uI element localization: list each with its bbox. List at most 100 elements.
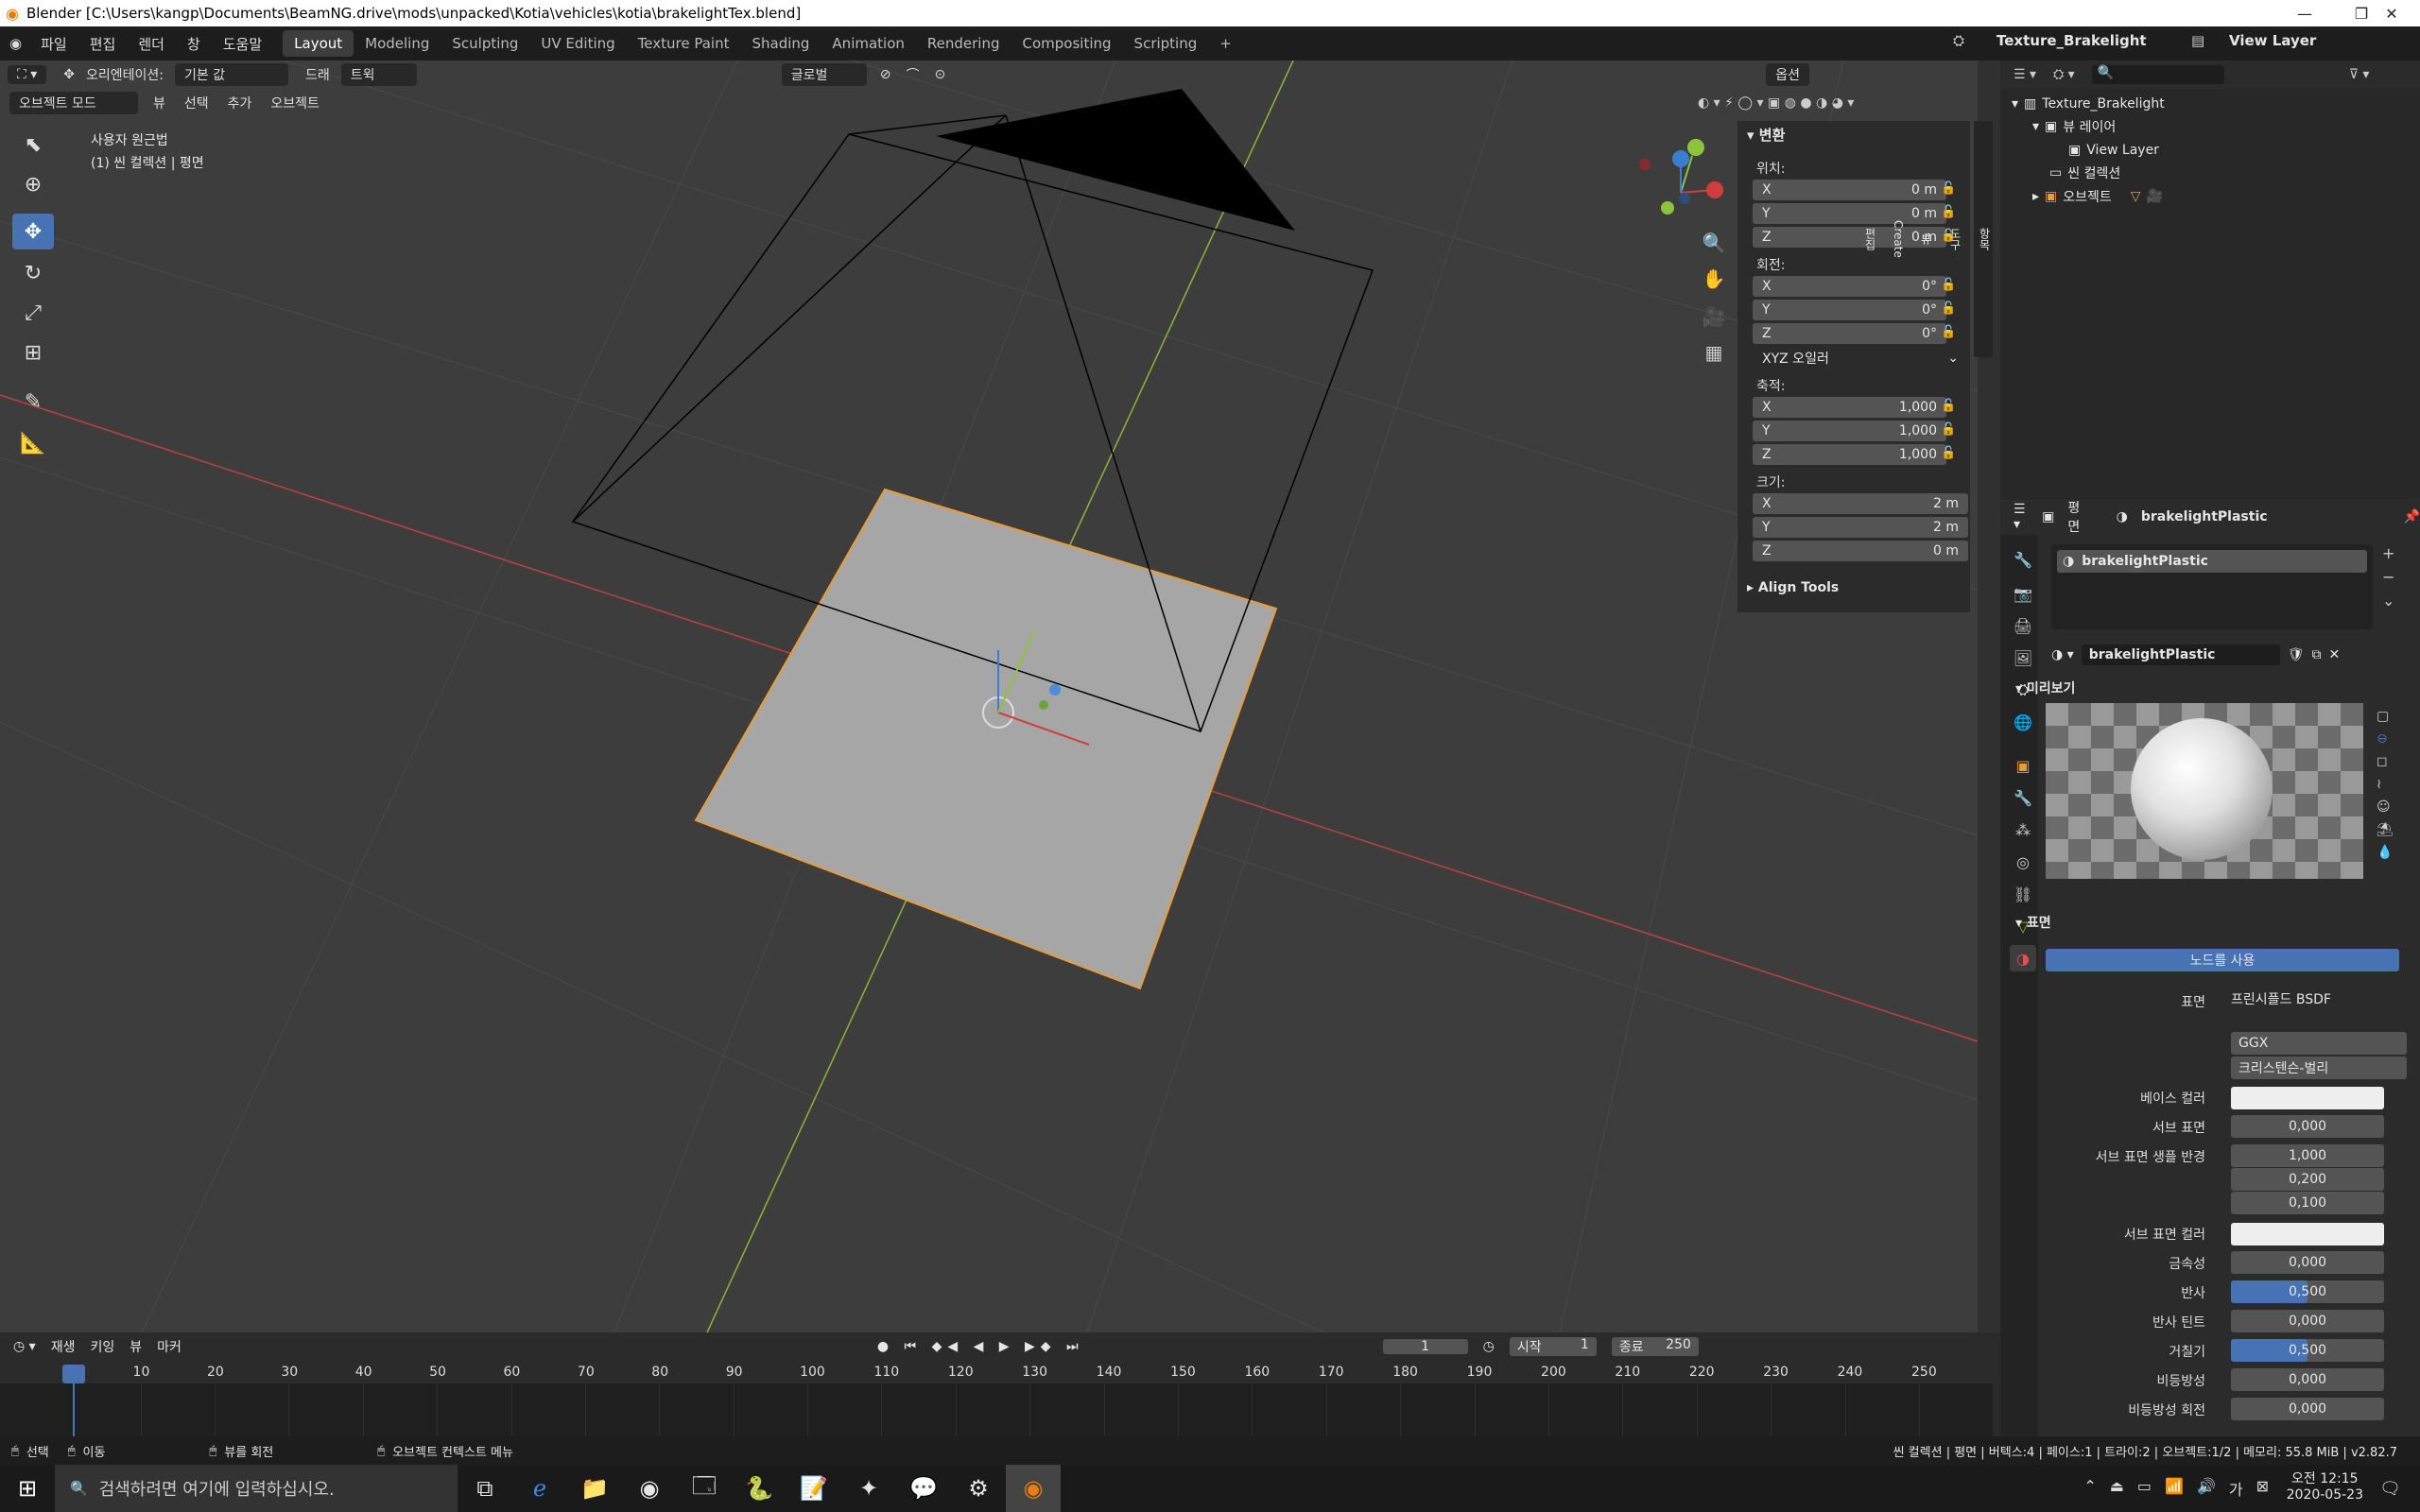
start-frame-field[interactable]: 시작 1	[1509, 1337, 1597, 1356]
subsurface-method-dropdown[interactable]: 크리스텐슨-벌리	[2231, 1057, 2407, 1079]
tab-shading[interactable]: Shading	[740, 30, 821, 57]
tab-sculpting[interactable]: Sculpting	[441, 30, 529, 57]
preview-cloth-icon[interactable]: ⛱	[2377, 822, 2394, 837]
current-frame-field[interactable]: 1	[1382, 1339, 1468, 1354]
specular-slider[interactable]: 0,500	[2231, 1280, 2384, 1303]
preview-fluid-icon[interactable]: 💧	[2377, 845, 2394, 860]
preview-monkey-icon[interactable]: ☺	[2377, 799, 2394, 815]
outliner-search[interactable]: 🔍	[2091, 65, 2224, 84]
pan-hand-icon[interactable]: ✋	[1698, 263, 1730, 295]
surface-shader-field[interactable]: 프린시플드 BSDF	[2231, 989, 2384, 1008]
location-y-field[interactable]: Y0 m	[1753, 203, 1946, 224]
fake-user-icon[interactable]: 🛡	[2288, 647, 2305, 662]
menu-file[interactable]: 파일	[29, 34, 78, 54]
subsurface-radius-y[interactable]: 0,200	[2231, 1168, 2384, 1191]
scene-name[interactable]: Texture_Brakelight	[1996, 32, 2147, 49]
perspective-grid-icon[interactable]: ▦	[1698, 336, 1730, 369]
view-layer-icon[interactable]: ▤	[2191, 32, 2204, 49]
lock-icon[interactable]: 🔓	[1941, 325, 1960, 342]
duplicate-icon[interactable]: ⧉	[2311, 647, 2321, 662]
rotation-mode-dropdown[interactable]: XYZ 오일러 ⌄	[1753, 348, 1968, 369]
preview-cube-icon[interactable]: ◻	[2377, 754, 2394, 769]
lock-icon[interactable]: 🔓	[1941, 205, 1960, 222]
preview-range-icon[interactable]: ◷	[1483, 1339, 1495, 1354]
editor-type-icon[interactable]: ☰ ▾	[2014, 67, 2036, 82]
network-icon[interactable]: 📶	[2165, 1477, 2184, 1500]
orientation-dropdown[interactable]: 기본 값	[175, 63, 289, 86]
align-tools-header[interactable]: ▸ Align Tools	[1747, 580, 1839, 595]
location-x-field[interactable]: X0 m	[1753, 180, 1946, 200]
scale-y-field[interactable]: Y 1,000	[1753, 421, 1946, 441]
python-icon[interactable]: 🐍	[732, 1465, 786, 1512]
metallic-field[interactable]: 0,000	[2231, 1251, 2384, 1274]
constraints-tab-icon[interactable]: ⛓	[2010, 881, 2036, 907]
usb-icon[interactable]: ⏏	[2110, 1477, 2124, 1500]
tab-uv-editing[interactable]: UV Editing	[529, 30, 626, 57]
subsurface-radius-z[interactable]: 0,100	[2231, 1192, 2384, 1214]
playhead[interactable]	[62, 1365, 85, 1383]
modifier-tab-icon[interactable]: 🔧	[2010, 784, 2036, 811]
transform-section-header[interactable]: ▾ 변환	[1747, 125, 1785, 145]
menu-edit[interactable]: 편집	[78, 34, 128, 54]
tray-chevron-icon[interactable]: ⌃	[2083, 1477, 2096, 1500]
language-icon[interactable]: 가	[2229, 1477, 2243, 1500]
physics-tab-icon[interactable]: ◎	[2010, 849, 2036, 875]
slot-menu-button[interactable]: ⌄	[2382, 592, 2394, 610]
viewport-scene[interactable]	[0, 60, 1978, 1332]
tab-texture-paint[interactable]: Texture Paint	[627, 30, 741, 57]
rotation-z-field[interactable]: Z 0°	[1753, 323, 1946, 344]
dimension-x-field[interactable]: X2 m	[1753, 493, 1968, 514]
menu-select[interactable]: 선택	[184, 94, 209, 112]
object-tab-icon[interactable]: ▣	[2010, 752, 2036, 779]
camera-view-icon[interactable]: 🎥	[1698, 301, 1730, 333]
zoom-icon[interactable]: 🔍	[1698, 227, 1730, 259]
anisotropic-field[interactable]: 0,000	[2231, 1368, 2384, 1391]
blender-menu-icon[interactable]: ◉	[9, 35, 22, 52]
preview-hair-icon[interactable]: ≀	[2377, 777, 2394, 792]
menu-marker[interactable]: 마커	[157, 1337, 182, 1356]
base-color-swatch[interactable]	[2231, 1087, 2384, 1109]
material-slot-list[interactable]: ◑ brakelightPlastic	[2051, 544, 2373, 629]
kakaotalk-icon[interactable]: 💬	[896, 1465, 951, 1512]
playback-controls[interactable]: ● ⏮ ◆◀ ◀ ▶ ▶◆ ⏭	[877, 1339, 1084, 1354]
edge-icon[interactable]: ℯ	[512, 1465, 567, 1512]
vector-app-icon[interactable]: ✦	[841, 1465, 896, 1512]
end-frame-field[interactable]: 종료 250	[1611, 1337, 1699, 1356]
preview-sphere-icon[interactable]: ⊖	[2377, 731, 2394, 747]
tab-view[interactable]: 뷰	[1918, 233, 1934, 245]
use-nodes-button[interactable]: 노드를 사용	[2046, 949, 2399, 971]
tab-layout[interactable]: Layout	[283, 30, 354, 57]
outliner-scene-collection[interactable]: ▭ 씬 컬렉션	[2049, 162, 2120, 184]
scale-tool-icon[interactable]: ⤢	[12, 295, 54, 331]
settings-gear-icon[interactable]: ⚙	[951, 1465, 1006, 1512]
add-workspace-icon[interactable]: +	[1208, 30, 1243, 57]
chrome-icon[interactable]: ◉	[622, 1465, 677, 1512]
menu-view[interactable]: 뷰	[130, 1337, 142, 1356]
outliner-view-layer[interactable]: ▣ View Layer	[2068, 139, 2159, 162]
tab-item[interactable]: 항목	[1977, 228, 1993, 250]
rotation-y-field[interactable]: Y 0°	[1753, 300, 1946, 320]
notification-icon[interactable]: 🗨	[2379, 1479, 2401, 1499]
distribution-dropdown[interactable]: GGX	[2231, 1032, 2407, 1055]
proportional-icon[interactable]: ⊙	[935, 67, 946, 82]
minimize-button[interactable]: —	[2276, 0, 2333, 26]
menu-view[interactable]: 뷰	[153, 94, 165, 112]
scale-x-field[interactable]: X 1,000	[1753, 397, 1946, 418]
display-mode-icon[interactable]: ⛭ ▾	[2053, 67, 2075, 82]
lock-icon[interactable]: 🔓	[1941, 422, 1960, 439]
rotate-tool-icon[interactable]: ↻	[12, 255, 54, 291]
outliner-scene-row[interactable]: ▾ ▥ Texture_Brakelight	[2012, 93, 2165, 115]
menu-keying[interactable]: 키잉	[90, 1337, 114, 1356]
notepad-icon[interactable]: 📝	[786, 1465, 841, 1512]
lock-icon[interactable]: 🔓	[1941, 301, 1960, 318]
tab-edit[interactable]: 편집	[1862, 228, 1878, 250]
pivot-icon[interactable]: ⊘	[880, 67, 891, 82]
subsurface-color-swatch[interactable]	[2231, 1223, 2384, 1246]
view-layer-name[interactable]: View Layer	[2229, 32, 2316, 49]
scale-z-field[interactable]: Z 1,000	[1753, 444, 1946, 465]
lock-icon[interactable]: 🔓	[1941, 278, 1960, 295]
tool-tab-icon[interactable]: 🔧	[2010, 546, 2036, 573]
editor-type-icon[interactable]: ⛶ ▾	[8, 65, 47, 84]
annotate-tool-icon[interactable]: ✎	[12, 384, 54, 420]
app-icon[interactable]: 🗔	[677, 1465, 732, 1512]
